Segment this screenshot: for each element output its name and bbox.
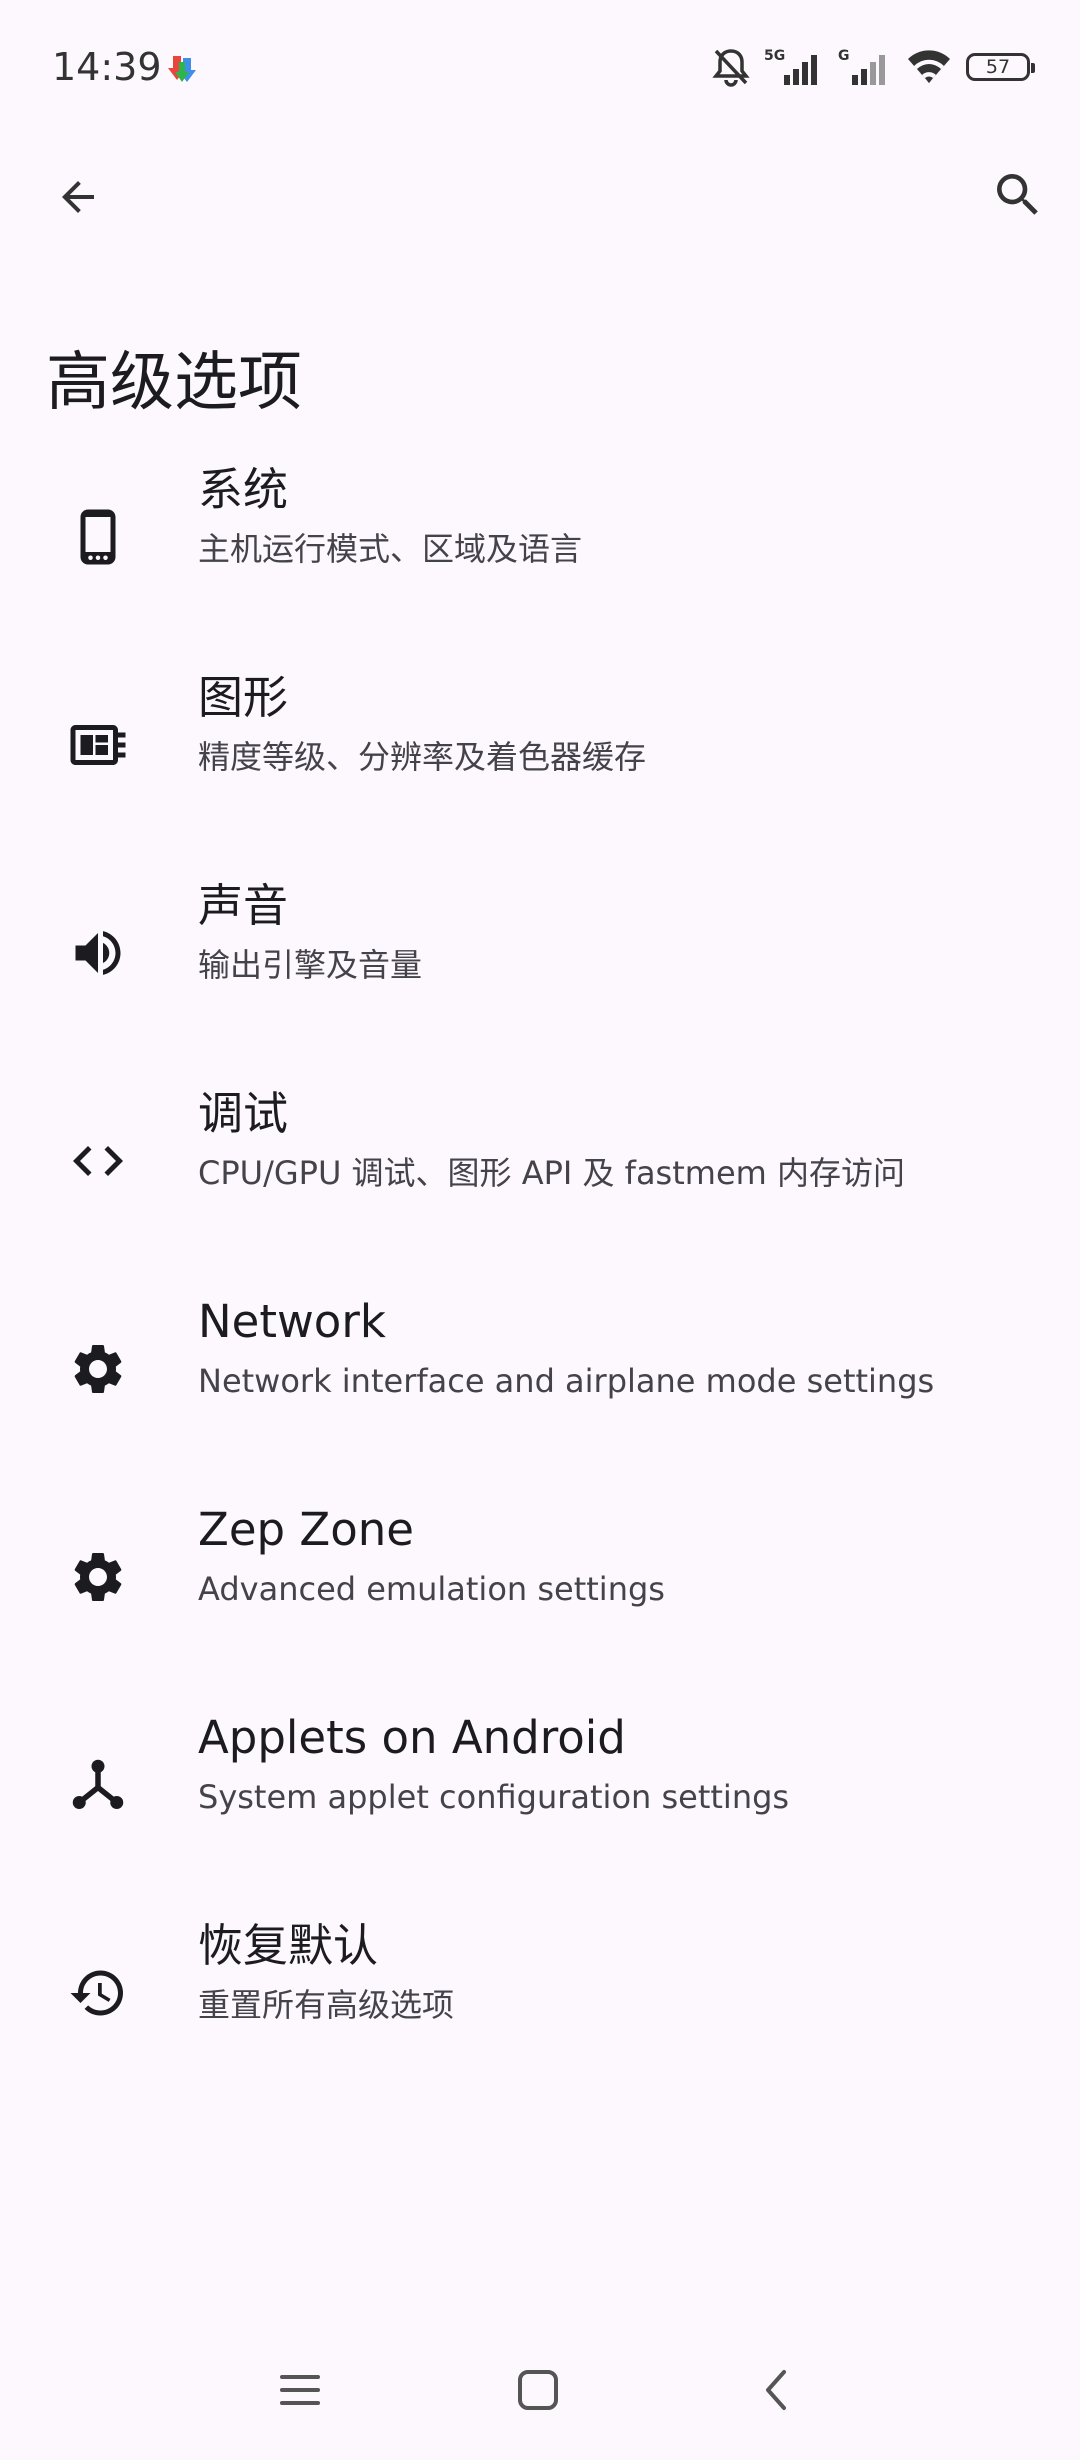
settings-item-debug[interactable]: 调试 CPU/GPU 调试、图形 API 及 fastmem 内存访问 — [0, 1057, 1080, 1265]
gear-icon — [62, 1541, 134, 1613]
settings-item-audio[interactable]: 声音 输出引擎及音量 — [0, 849, 1080, 1057]
item-subtitle: Network interface and airplane mode sett… — [198, 1362, 935, 1400]
item-subtitle: CPU/GPU 调试、图形 API 及 fastmem 内存访问 — [198, 1154, 905, 1192]
page-title: 高级选项 — [46, 345, 302, 420]
settings-item-applets[interactable]: Applets on Android System applet configu… — [0, 1681, 1080, 1889]
arrow-left-icon — [62, 181, 94, 213]
nav-back-button[interactable] — [738, 2350, 818, 2430]
home-square-icon — [518, 2370, 558, 2410]
item-title: Applets on Android — [198, 1711, 626, 1764]
app-download-icon — [168, 54, 202, 84]
settings-item-network[interactable]: Network Network interface and airplane m… — [0, 1265, 1080, 1473]
item-subtitle: 精度等级、分辨率及着色器缓存 — [198, 738, 647, 776]
menu-icon — [280, 2375, 320, 2405]
item-subtitle: Advanced emulation settings — [198, 1570, 665, 1608]
status-time: 14:39 — [52, 45, 162, 89]
top-app-bar — [0, 135, 1080, 245]
item-title: Network — [198, 1295, 386, 1348]
battery-level: 57 — [985, 56, 1011, 78]
nav-home-button[interactable] — [498, 2350, 578, 2430]
navigation-bar — [0, 2330, 1080, 2460]
svg-text:5G: 5G — [764, 48, 785, 64]
nav-recents-button[interactable] — [260, 2350, 340, 2430]
status-icons: 5G G 57 — [712, 45, 1035, 89]
graphics-chip-icon — [62, 709, 134, 781]
gear-icon — [62, 1333, 134, 1405]
silent-mode-icon — [712, 47, 750, 87]
settings-item-reset[interactable]: 恢复默认 重置所有高级选项 — [0, 1889, 1080, 2097]
settings-item-system[interactable]: 系统 主机运行模式、区域及语言 — [0, 433, 1080, 641]
status-bar: 14:39 5G G 57 — [0, 0, 1080, 135]
signal-5g-icon: 5G — [764, 47, 824, 87]
battery-icon: 57 — [966, 53, 1035, 81]
item-subtitle: 输出引擎及音量 — [198, 946, 423, 984]
item-title: 图形 — [198, 671, 289, 724]
item-subtitle: 主机运行模式、区域及语言 — [198, 530, 583, 568]
settings-list: 系统 主机运行模式、区域及语言 图形 精度等级、分辨率及着色器缓存 声音 输出引… — [0, 433, 1080, 2097]
wifi-icon — [906, 47, 952, 87]
settings-item-zep-zone[interactable]: Zep Zone Advanced emulation settings — [0, 1473, 1080, 1681]
item-title: 调试 — [198, 1087, 289, 1140]
item-title: Zep Zone — [198, 1503, 414, 1556]
search-button[interactable] — [982, 159, 1054, 231]
screen: 14:39 5G G 57 高级选项 系统 主机运行模式、区域及语言 图形 精度… — [0, 0, 1080, 2460]
signal-g-icon: G — [838, 47, 892, 87]
phone-icon — [62, 501, 134, 573]
share-nodes-icon — [62, 1749, 134, 1821]
item-title: 声音 — [198, 879, 289, 932]
item-title: 系统 — [198, 463, 289, 516]
settings-item-graphics[interactable]: 图形 精度等级、分辨率及着色器缓存 — [0, 641, 1080, 849]
item-title: 恢复默认 — [198, 1919, 379, 1972]
svg-text:G: G — [838, 48, 850, 64]
back-chevron-icon — [766, 2370, 786, 2410]
search-icon — [997, 174, 1038, 215]
item-subtitle: 重置所有高级选项 — [198, 1986, 455, 2024]
back-button[interactable] — [42, 161, 114, 233]
code-icon — [62, 1125, 134, 1197]
speaker-icon — [62, 917, 134, 989]
item-subtitle: System applet configuration settings — [198, 1778, 790, 1816]
history-icon — [62, 1957, 134, 2029]
